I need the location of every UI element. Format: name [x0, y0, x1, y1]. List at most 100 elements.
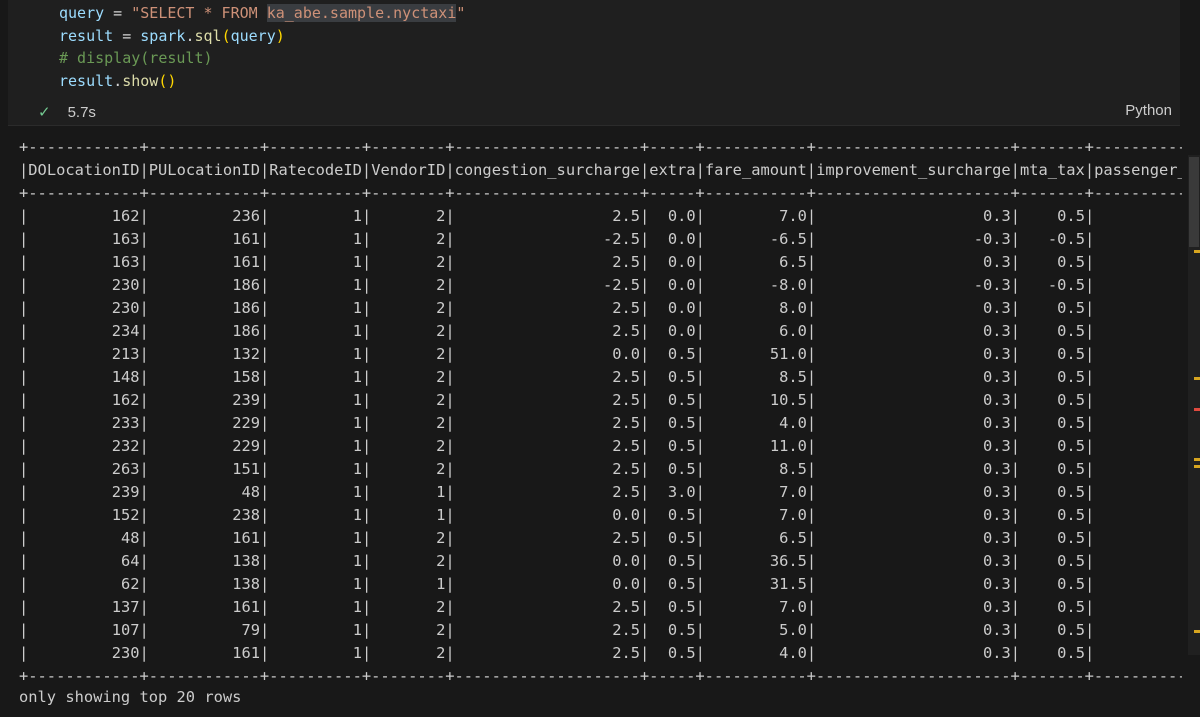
table-cell: 0.5: [1057, 414, 1085, 432]
table-cell: 0.5: [1057, 552, 1085, 570]
table-cell: 0.5: [1057, 207, 1085, 225]
table-cell: 234: [111, 322, 140, 340]
table-cell: 11.0: [769, 437, 807, 455]
table-cell: 2: [436, 322, 446, 340]
table-cell: 2.5: [612, 299, 641, 317]
scrollbar-thumb[interactable]: [1189, 157, 1199, 247]
table-cell: 2: [436, 230, 446, 248]
table-cell: -8.0: [769, 276, 807, 294]
table-cell: 0.3: [982, 644, 1011, 662]
table-row: | 107| 79| 1| 2| 2.5| 0.5| 5.0| 0.3| 0.5…: [19, 621, 1095, 639]
table-cell: 233: [111, 414, 140, 432]
table-cell: 1: [352, 552, 362, 570]
table-cell: 2: [436, 621, 446, 639]
cell-output: +------------+------------+----------+--…: [19, 0, 1182, 717]
table-cell: 0.3: [982, 529, 1011, 547]
table-row: | 62| 138| 1| 1| 0.0| 0.5| 31.5| 0.3| 0.…: [19, 575, 1095, 593]
table-cell: 36.5: [769, 552, 807, 570]
table-row: | 137| 161| 1| 2| 2.5| 0.5| 7.0| 0.3| 0.…: [19, 598, 1095, 616]
table-cell: 10.5: [769, 391, 807, 409]
table-cell: 5.0: [779, 621, 807, 639]
table-cell: 0.0: [667, 322, 696, 340]
table-cell: 151: [232, 460, 260, 478]
table-cell: 138: [232, 575, 260, 593]
table-cell: 2.5: [612, 460, 641, 478]
table-cell: 2: [436, 460, 446, 478]
table-cell: 2: [436, 552, 446, 570]
table-row: | 239| 48| 1| 1| 2.5| 3.0| 7.0| 0.3| 0.5…: [19, 483, 1095, 501]
table-cell: 239: [111, 483, 140, 501]
table-cell: 2: [436, 253, 446, 271]
table-cell: 232: [111, 437, 140, 455]
table-row: | 152| 238| 1| 1| 0.0| 0.5| 7.0| 0.3| 0.…: [19, 506, 1095, 524]
column-header: passenger_count: [1094, 161, 1182, 179]
table-cell: 161: [232, 598, 260, 616]
table-cell: 4.0: [779, 414, 807, 432]
table-cell: 0.5: [1057, 368, 1085, 386]
table-cell: 0.3: [982, 207, 1011, 225]
table-cell: 2.5: [612, 207, 641, 225]
table-cell: 51.0: [769, 345, 807, 363]
table-cell: 137: [111, 598, 140, 616]
overview-marker: [1194, 630, 1200, 633]
table-border: +------------+------------+----------+--…: [19, 184, 1182, 202]
table-cell: 2.5: [612, 437, 641, 455]
table-cell: 0.0: [667, 230, 696, 248]
table-cell: -2.5: [602, 276, 641, 294]
table-cell: 0.3: [982, 368, 1011, 386]
column-header: extra: [649, 161, 696, 179]
table-row: | 230| 186| 1| 2| 2.5| 0.0| 8.0| 0.3| 0.…: [19, 299, 1095, 317]
table-cell: 2.5: [612, 322, 641, 340]
table-cell: 0.3: [982, 391, 1011, 409]
table-cell: 0.3: [982, 552, 1011, 570]
table-cell: 2.5: [612, 368, 641, 386]
table-cell: 2: [436, 414, 446, 432]
column-header: improvement_surcharge: [816, 161, 1011, 179]
table-cell: 0.0: [667, 299, 696, 317]
output-footer: only showing top 20 rows: [19, 688, 242, 706]
table-cell: 161: [232, 644, 260, 662]
table-cell: -0.5: [1047, 276, 1085, 294]
table-cell: 236: [232, 207, 260, 225]
table-cell: 7.0: [779, 598, 807, 616]
table-cell: 6.0: [779, 322, 807, 340]
overview-marker: [1194, 250, 1200, 253]
table-cell: 4.0: [779, 644, 807, 662]
table-cell: 0.5: [1057, 345, 1085, 363]
table-cell: 2.5: [612, 483, 641, 501]
table-cell: 0.5: [1057, 391, 1085, 409]
table-cell: 1: [436, 506, 446, 524]
table-cell: 0.5: [1057, 299, 1085, 317]
table-row: | 263| 151| 1| 2| 2.5| 0.5| 8.5| 0.3| 0.…: [19, 460, 1095, 478]
table-cell: 162: [111, 207, 140, 225]
table-cell: 3.0: [667, 483, 696, 501]
table-cell: 0.3: [982, 460, 1011, 478]
table-cell: 158: [232, 368, 260, 386]
table-cell: 132: [232, 345, 260, 363]
table-cell: 1: [352, 276, 362, 294]
table-cell: 1: [352, 253, 362, 271]
table-cell: 64: [120, 552, 140, 570]
table-cell: 1: [352, 621, 362, 639]
table-row: | 234| 186| 1| 2| 2.5| 0.0| 6.0| 0.3| 0.…: [19, 322, 1095, 340]
table-cell: 0.5: [1057, 529, 1085, 547]
table-cell: 230: [111, 644, 140, 662]
column-header: RatecodeID: [269, 161, 362, 179]
table-cell: 2: [436, 391, 446, 409]
table-cell: 8.5: [779, 368, 807, 386]
output-scrollbar[interactable]: [1188, 155, 1200, 655]
table-cell: 0.5: [667, 368, 696, 386]
table-cell: 1: [436, 483, 446, 501]
table-row: | 163| 161| 1| 2| -2.5| 0.0| -6.5| -0.3|…: [19, 230, 1095, 248]
table-cell: 0.3: [982, 483, 1011, 501]
table-cell: 0.3: [982, 621, 1011, 639]
table-cell: 1: [352, 598, 362, 616]
table-cell: 0.3: [982, 506, 1011, 524]
table-cell: 0.5: [667, 644, 696, 662]
table-cell: 1: [352, 299, 362, 317]
table-cell: 0.5: [667, 529, 696, 547]
table-cell: 0.0: [667, 276, 696, 294]
table-cell: 1: [352, 483, 362, 501]
table-cell: 0.3: [982, 437, 1011, 455]
table-cell: 1: [352, 437, 362, 455]
